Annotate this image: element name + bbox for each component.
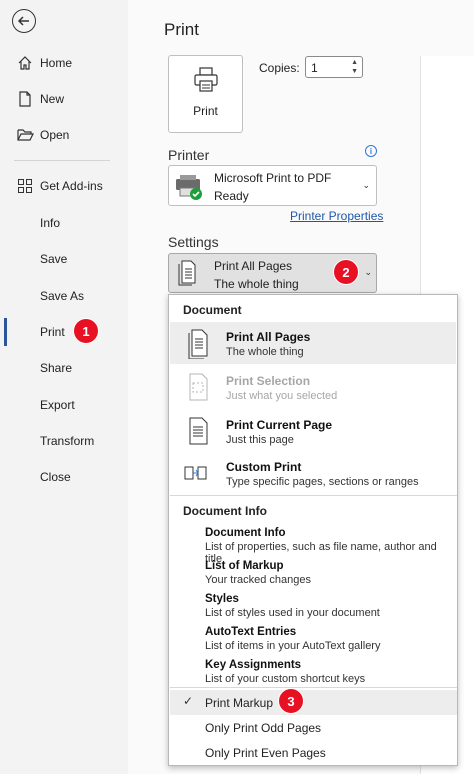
menu-item-subtitle: Type specific pages, sections or ranges <box>226 476 419 488</box>
nav-item-export[interactable]: Export <box>0 391 128 419</box>
printer-ready-icon <box>176 175 202 200</box>
menu-item-styles[interactable]: Styles List of styles used in your docum… <box>170 591 456 623</box>
menu-option-label: Only Print Odd Pages <box>205 721 322 735</box>
new-document-icon <box>16 90 34 108</box>
nav-divider <box>14 160 110 161</box>
nav-label: New <box>40 92 65 106</box>
nav-label: Save <box>40 252 68 266</box>
menu-item-print-selection: Print Selection Just what you selected <box>170 366 456 408</box>
back-button[interactable] <box>12 9 36 33</box>
nav-label: Close <box>40 470 71 484</box>
copies-label: Copies: <box>259 61 300 75</box>
print-range-subtitle: The whole thing <box>214 277 299 291</box>
menu-divider <box>170 495 457 496</box>
printer-icon <box>194 67 218 92</box>
print-button[interactable]: Print <box>168 55 243 133</box>
page-title: Print <box>164 20 199 39</box>
check-icon: ✓ <box>183 694 194 708</box>
copies-value: 1 <box>311 61 318 75</box>
nav-label: Get Add-ins <box>40 179 103 193</box>
nav-label: Home <box>40 56 73 70</box>
menu-item-subtitle: The whole thing <box>226 346 304 358</box>
nav-item-new[interactable]: New <box>0 85 128 113</box>
menu-item-title: Styles <box>205 593 239 605</box>
add-ins-icon <box>16 177 34 195</box>
all-pages-icon <box>178 260 196 286</box>
nav-label: Save As <box>40 289 85 303</box>
menu-item-subtitle: Just this page <box>226 434 294 446</box>
menu-item-document-info[interactable]: Document Info List of properties, such a… <box>170 525 456 565</box>
nav-item-transform[interactable]: Transform <box>0 427 128 455</box>
menu-item-title: Print Current Page <box>226 418 333 432</box>
selection-icon <box>189 373 208 401</box>
nav-label: Print <box>40 325 65 339</box>
menu-option-print-markup[interactable]: ✓ Print Markup <box>170 690 457 715</box>
menu-item-subtitle: Your tracked changes <box>205 574 311 586</box>
menu-item-subtitle: List of your custom shortcut keys <box>205 673 366 685</box>
back-arrow-icon <box>17 16 29 26</box>
document-heading: Document <box>183 303 242 317</box>
print-range-dropdown: Document Print All Pages The whole thing… <box>168 294 458 766</box>
print-button-label: Print <box>193 104 218 118</box>
menu-item-title: Document Info <box>205 527 286 539</box>
menu-option-odd-pages[interactable]: Only Print Odd Pages <box>170 715 457 740</box>
spin-arrows-icon[interactable]: ▲ ▼ <box>351 58 358 76</box>
step-badge-2: 2 <box>333 259 359 285</box>
nav-label: Open <box>40 128 70 142</box>
menu-item-subtitle: List of items in your AutoText gallery <box>205 640 381 652</box>
menu-item-print-current-page[interactable]: Print Current Page Just this page <box>170 410 456 452</box>
step-badge-3: 3 <box>278 688 304 714</box>
current-page-icon <box>189 417 208 445</box>
nav-item-home[interactable]: Home <box>0 49 128 77</box>
menu-item-title: List of Markup <box>205 560 284 572</box>
chevron-down-icon: ⌄ <box>364 267 372 277</box>
menu-option-even-pages[interactable]: Only Print Even Pages <box>170 740 457 765</box>
nav-item-info[interactable]: Info <box>0 209 128 237</box>
menu-item-title: Print All Pages <box>226 330 311 344</box>
menu-item-custom-print[interactable]: Custom Print Type specific pages, sectio… <box>170 454 456 496</box>
backstage-nav: Home New Open Get Add-ins Info Save Save… <box>0 0 128 774</box>
menu-item-autotext-entries[interactable]: AutoText Entries List of items in your A… <box>170 624 456 656</box>
printer-name: Microsoft Print to PDF <box>214 171 332 185</box>
menu-item-key-assignments[interactable]: Key Assignments List of your custom shor… <box>170 657 456 689</box>
nav-label: Share <box>40 361 73 375</box>
menu-item-title: AutoText Entries <box>205 626 297 638</box>
home-icon <box>16 54 34 72</box>
nav-label: Info <box>40 216 61 230</box>
nav-item-save-as[interactable]: Save As <box>0 282 128 310</box>
menu-item-print-all-pages[interactable]: Print All Pages The whole thing <box>170 322 456 364</box>
settings-heading: Settings <box>168 234 219 250</box>
menu-option-label: Print Markup <box>205 696 274 710</box>
folder-open-icon <box>16 126 34 144</box>
nav-item-share[interactable]: Share <box>0 354 128 382</box>
printer-properties-link[interactable]: Printer Properties <box>290 209 383 223</box>
menu-item-list-of-markup[interactable]: List of Markup Your tracked changes <box>170 558 456 590</box>
nav-item-open[interactable]: Open <box>0 121 128 149</box>
menu-divider <box>170 687 457 688</box>
printer-select[interactable]: Microsoft Print to PDF Ready ⌄ <box>168 165 377 206</box>
info-icon[interactable]: i <box>365 145 377 157</box>
copies-stepper[interactable]: 1 ▲ ▼ <box>305 56 363 78</box>
menu-item-subtitle: List of styles used in your document <box>205 607 380 619</box>
print-range-title: Print All Pages <box>214 259 293 273</box>
menu-item-title: Print Selection <box>226 374 311 388</box>
menu-item-title: Custom Print <box>226 460 302 474</box>
nav-label: Export <box>40 398 75 412</box>
nav-label: Transform <box>40 434 95 448</box>
chevron-down-icon: ⌄ <box>362 180 370 190</box>
menu-option-label: Only Print Even Pages <box>205 746 326 760</box>
nav-item-print[interactable]: Print <box>0 318 128 346</box>
all-pages-icon <box>188 329 208 359</box>
menu-item-title: Key Assignments <box>205 659 302 671</box>
step-badge-1: 1 <box>73 318 99 344</box>
printer-status: Ready <box>214 189 249 203</box>
custom-print-icon <box>184 466 207 480</box>
nav-item-save[interactable]: Save <box>0 245 128 273</box>
document-info-heading: Document Info <box>183 504 267 518</box>
nav-item-close[interactable]: Close <box>0 463 128 491</box>
nav-item-get-add-ins[interactable]: Get Add-ins <box>0 172 128 200</box>
menu-item-subtitle: Just what you selected <box>226 390 338 402</box>
printer-heading: Printer <box>168 147 210 163</box>
